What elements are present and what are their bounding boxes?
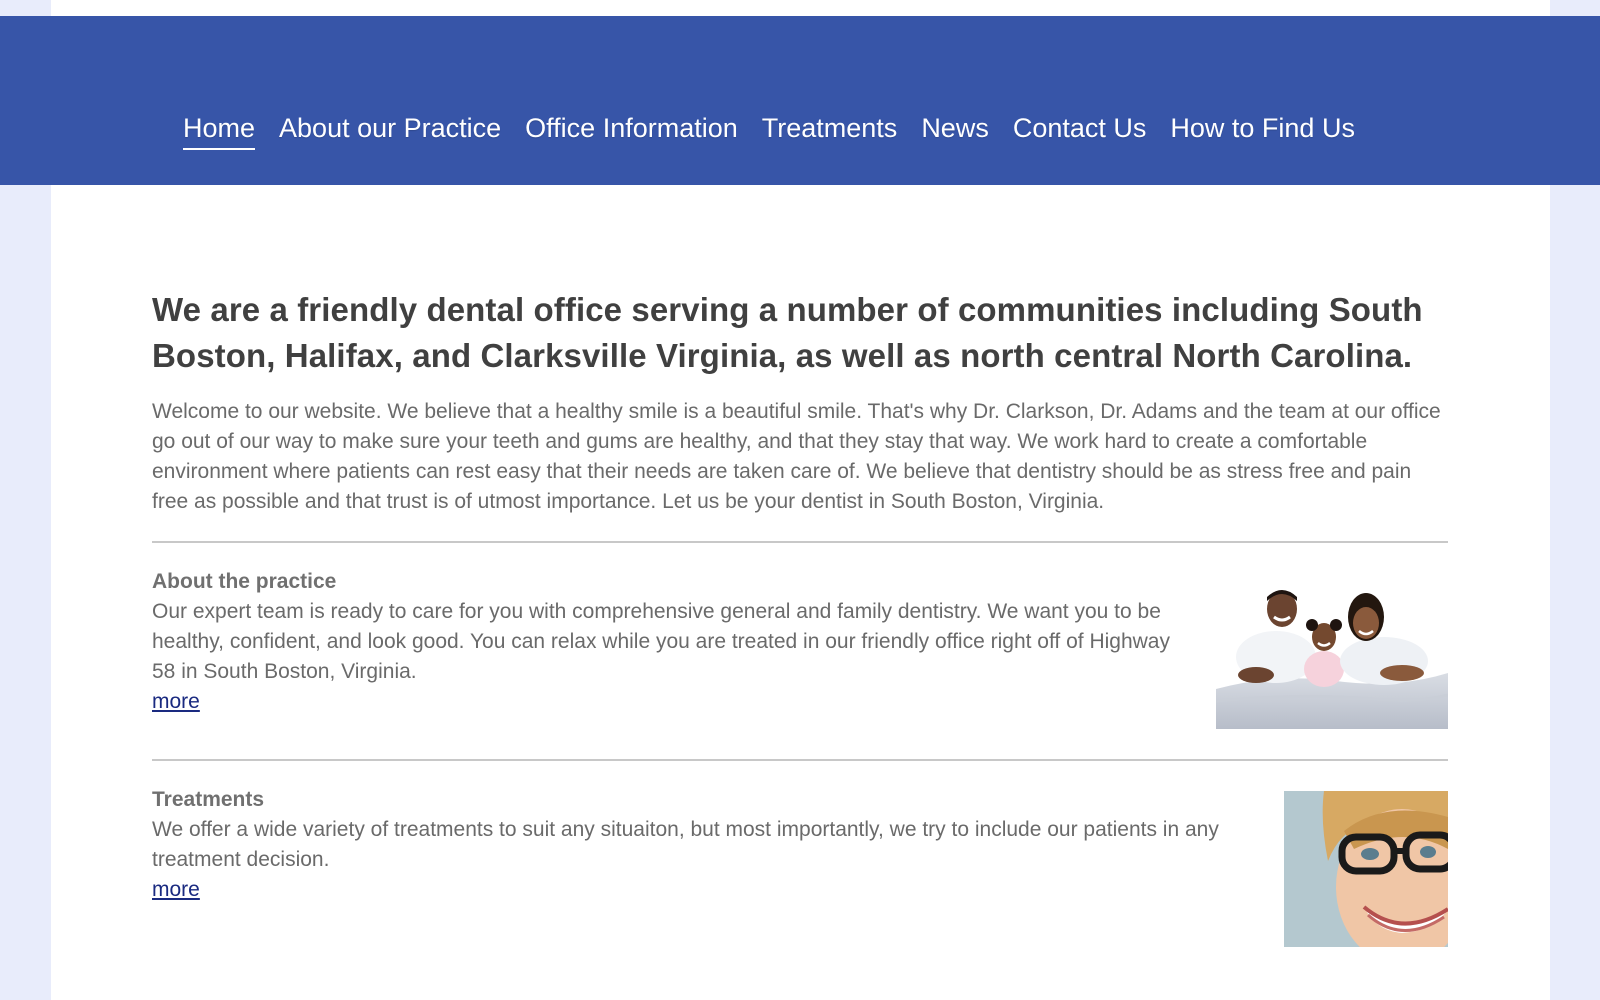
treatments-section: Treatments We offer a wide variety of tr…: [152, 761, 1448, 961]
treatments-title: Treatments: [152, 788, 265, 811]
nav-item-news[interactable]: News: [921, 113, 989, 148]
treatments-text: Treatments We offer a wide variety of tr…: [152, 785, 1232, 905]
treatments-more-link[interactable]: more: [152, 875, 200, 905]
main-content: We are a friendly dental office serving …: [152, 287, 1448, 961]
treatments-body: We offer a wide variety of treatments to…: [152, 818, 1219, 871]
main-navigation-bar: Home About our Practice Office Informati…: [0, 16, 1600, 185]
nav-item-about-our-practice[interactable]: About our Practice: [279, 113, 501, 148]
about-practice-section: About the practice Our expert team is re…: [152, 543, 1448, 759]
main-menu: Home About our Practice Office Informati…: [183, 113, 1379, 150]
woman-photo-illustration: [1284, 791, 1448, 947]
about-practice-body: Our expert team is ready to care for you…: [152, 600, 1170, 683]
nav-item-office-information[interactable]: Office Information: [525, 113, 738, 148]
page-headline: We are a friendly dental office serving …: [152, 291, 1423, 374]
family-photo-illustration: [1216, 577, 1448, 729]
family-smiling-photo: [1216, 577, 1448, 729]
about-practice-more-link[interactable]: more: [152, 687, 200, 717]
nav-item-treatments[interactable]: Treatments: [762, 113, 898, 148]
nav-item-home[interactable]: Home: [183, 113, 256, 150]
about-practice-text: About the practice Our expert team is re…: [152, 567, 1182, 717]
nav-item-how-to-find-us[interactable]: How to Find Us: [1170, 113, 1355, 148]
smiling-woman-photo: [1284, 791, 1448, 947]
about-practice-title: About the practice: [152, 570, 337, 593]
nav-item-contact-us[interactable]: Contact Us: [1013, 113, 1147, 148]
intro-paragraph: Welcome to our website. We believe that …: [152, 400, 1441, 513]
